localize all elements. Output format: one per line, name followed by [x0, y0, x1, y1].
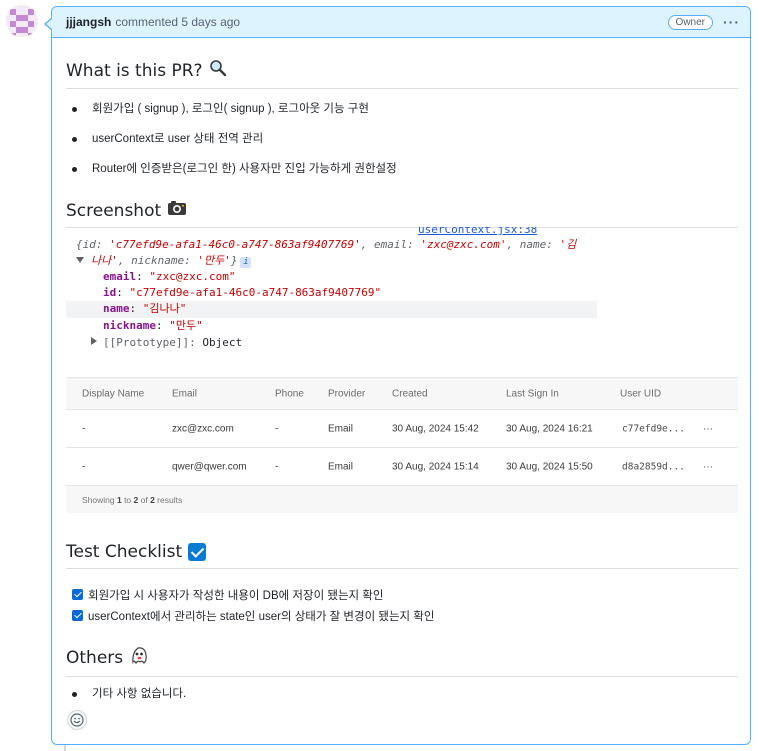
row-more-icon: ···: [703, 423, 713, 434]
heading-text: What is this PR?: [66, 60, 203, 81]
task-list: 회원가입 시 사용자가 작성한 내용이 DB에 저장이 됐는지 확인 userC…: [72, 584, 434, 626]
task-label: userContext에서 관리하는 state인 user의 상태가 잘 변경…: [88, 610, 435, 623]
heading-others: Others: [66, 645, 738, 677]
heading-text: Others: [66, 647, 124, 668]
task-label: 회원가입 시 사용자가 작성한 내용이 DB에 저장이 됐는지 확인: [88, 589, 384, 602]
column-header: Email: [172, 388, 198, 399]
comment-timestamp[interactable]: commented 5 days ago: [115, 15, 240, 29]
table-header-row: Display Name Email Phone Provider Create…: [66, 378, 738, 410]
smiley-icon: [70, 713, 84, 727]
list-item: 기타 사항 없습니다.: [71, 686, 186, 716]
console-summary-line-2: 나나', nickname: '만두'} i: [91, 253, 252, 269]
console-summary-line: {id: 'c77efd9e-afa1-46c0-a747-863af94077…: [76, 238, 577, 251]
console-prototype-row: [[Prototype]]: Object: [91, 335, 242, 351]
console-prop-row: email: "zxc@zxc.com": [103, 270, 236, 283]
task-checkbox[interactable]: [72, 610, 83, 621]
magnifier-emoji-icon: [209, 59, 227, 82]
task-list-item: userContext에서 관리하는 state인 user의 상태가 잘 변경…: [72, 605, 434, 626]
heading-text: Test Checklist: [66, 542, 183, 562]
ghost-emoji-icon: [129, 645, 149, 670]
camera-emoji-icon: [167, 200, 187, 221]
list-item: Router에 인증받은(로그인 한) 사용자만 진입 가능하게 권한설정: [72, 161, 397, 191]
column-header: Created: [392, 388, 428, 399]
heading-what-is-this-pr: What is this PR?: [66, 59, 738, 89]
others-bullet-list: 기타 사항 없습니다.: [71, 686, 186, 716]
expand-triangle-icon: [76, 257, 84, 263]
console-source-link: userContext.jsx:38: [418, 227, 538, 235]
task-checkbox[interactable]: [72, 589, 83, 600]
pr-bullet-list: 회원가입 ( signup ), 로그인( signup ), 로그아웃 기능 …: [72, 101, 397, 191]
heading-test-checklist: Test Checklist: [66, 542, 738, 569]
heading-screenshot: Screenshot: [66, 200, 738, 228]
kebab-menu-icon[interactable]: ···: [723, 15, 740, 29]
console-prop-row: name: "김나나": [103, 302, 187, 315]
list-item: userContext로 user 상태 전역 관리: [72, 131, 397, 161]
results-count: Showing 1 to 2 of 2 results: [82, 494, 183, 505]
comment-header: jjjangsh commented 5 days ago Owner ···: [52, 7, 750, 38]
table-footer: Showing 1 to 2 of 2 results: [66, 486, 738, 513]
owner-badge: Owner: [667, 14, 713, 30]
users-table-screenshot: Display Name Email Phone Provider Create…: [66, 377, 738, 513]
add-reaction-button[interactable]: [67, 710, 87, 730]
author-link[interactable]: jjjangsh: [66, 15, 111, 29]
table-row: - qwer@qwer.com - Email 30 Aug, 2024 15:…: [66, 448, 738, 486]
console-prop-row: nickname: "만두": [103, 319, 203, 332]
info-icon: i: [240, 257, 252, 268]
row-more-icon: ···: [703, 461, 713, 472]
check-mark-emoji-icon: [188, 543, 207, 561]
task-list-item: 회원가입 시 사용자가 작성한 내용이 DB에 저장이 됐는지 확인: [72, 584, 434, 605]
column-header: Provider: [328, 388, 366, 399]
column-header: User UID: [620, 388, 662, 399]
avatar[interactable]: [6, 5, 38, 37]
list-item: 회원가입 ( signup ), 로그인( signup ), 로그아웃 기능 …: [72, 101, 397, 131]
column-header: Display Name: [82, 388, 145, 399]
column-header: Phone: [275, 388, 304, 399]
column-header: Last Sign In: [506, 388, 559, 399]
heading-text: Screenshot: [66, 200, 162, 221]
table-row: - zxc@zxc.com - Email 30 Aug, 2024 15:42…: [66, 410, 738, 448]
console-screenshot: userContext.jsx:38 {id: 'c77efd9e-afa1-4…: [66, 227, 597, 363]
console-prop-row: id: "c77efd9e-afa1-46c0-a747-863af940776…: [103, 286, 382, 299]
comment-box: jjjangsh commented 5 days ago Owner ··· …: [44, 6, 751, 745]
